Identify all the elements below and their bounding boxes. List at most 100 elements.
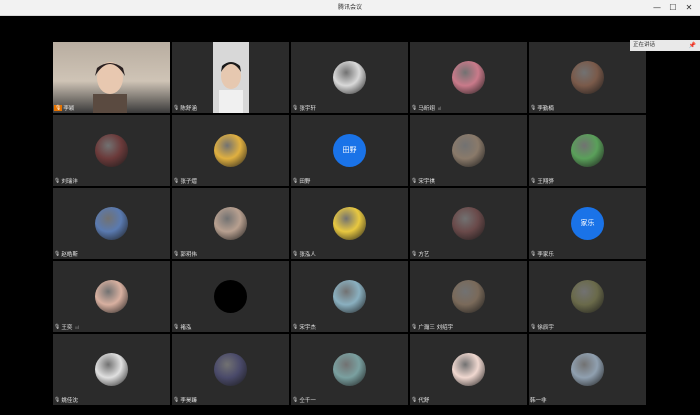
participant-name-label: 🎙 张宇轩 bbox=[292, 104, 316, 112]
participant-tile[interactable]: 家乐 🎙 李家乐 bbox=[529, 188, 646, 259]
participant-name-label: 🎙 王翔骅 bbox=[530, 177, 554, 185]
participant-tile[interactable]: 🎙 徐辰宇 bbox=[529, 261, 646, 332]
avatar bbox=[333, 353, 366, 386]
mic-icon: 🎙 bbox=[411, 251, 418, 257]
participant-name-label: 🎙 广瀚三 刘绍宇 bbox=[411, 323, 453, 331]
participant-tile[interactable]: 🎙 方艺 bbox=[410, 188, 527, 259]
participant-name-label: 🎙 田野 bbox=[292, 177, 310, 185]
participant-name-label: 🎙 赵皓斯 bbox=[54, 250, 78, 258]
mic-icon: 🎙 bbox=[411, 105, 418, 111]
participant-name: 王奕 bbox=[61, 325, 73, 331]
participant-name: 张子熠 bbox=[180, 179, 197, 185]
signal-icon: ııl bbox=[75, 324, 79, 330]
mic-muted-icon: 🎙 bbox=[54, 105, 63, 111]
mic-icon: 🎙 bbox=[173, 178, 180, 184]
participant-name-label: 🎙 方艺 bbox=[411, 250, 429, 258]
avatar bbox=[452, 353, 485, 386]
participant-name: 郭玥伟 bbox=[180, 252, 197, 258]
participant-tile[interactable]: 🎙 李勤楠 bbox=[529, 42, 646, 113]
mic-icon: 🎙 bbox=[54, 324, 61, 330]
avatar bbox=[95, 207, 128, 240]
minimize-button[interactable]: — bbox=[650, 0, 664, 15]
participant-tile[interactable]: 🎙 李颖 bbox=[53, 42, 170, 113]
avatar bbox=[571, 134, 604, 167]
mic-icon: 🎙 bbox=[292, 251, 299, 257]
avatar bbox=[333, 61, 366, 94]
mic-icon: 🎙 bbox=[173, 324, 180, 330]
signal-icon: ııl bbox=[437, 105, 442, 111]
mic-icon: 🎙 bbox=[530, 251, 537, 257]
avatar bbox=[333, 280, 366, 313]
avatar bbox=[571, 353, 604, 386]
participant-tile[interactable]: 🎙 褚泓 bbox=[172, 261, 289, 332]
pin-icon[interactable]: 📌 bbox=[689, 40, 696, 51]
participant-tile[interactable]: 🎙 宋宇祺 bbox=[410, 115, 527, 186]
mic-icon: 🎙 bbox=[173, 105, 180, 111]
mic-icon: 🎙 bbox=[411, 397, 418, 403]
participant-name: 褚泓 bbox=[180, 325, 192, 331]
mic-icon: 🎙 bbox=[292, 105, 299, 111]
participant-name-label: 🎙 徐辰宇 bbox=[530, 323, 554, 331]
participant-name-label: 韩一非 bbox=[530, 396, 547, 404]
avatar bbox=[571, 61, 604, 94]
participant-name-label: 🎙 李家乐 bbox=[530, 250, 554, 258]
initials-avatar: 家乐 bbox=[571, 207, 604, 240]
participant-name-label: 🎙 郭玥伟 bbox=[173, 250, 197, 258]
participant-tile[interactable]: 🎙 宋宇杰 bbox=[291, 261, 408, 332]
participant-tile[interactable]: 🎙 刘瑞沣 bbox=[53, 115, 170, 186]
participant-tile[interactable]: 🎙 王翔骅 bbox=[529, 115, 646, 186]
participant-name: 李昊臻 bbox=[180, 398, 197, 404]
participant-tile[interactable]: 🎙 赵皓斯 bbox=[53, 188, 170, 259]
participant-tile[interactable]: 韩一非 bbox=[529, 334, 646, 405]
participant-name-label: 🎙 张泓人 bbox=[292, 250, 316, 258]
speaking-panel[interactable]: 正在讲话 📌 bbox=[630, 40, 700, 51]
participant-video bbox=[213, 42, 249, 113]
participant-tile[interactable]: 🎙 张宇轩 bbox=[291, 42, 408, 113]
participant-name: 宋宇祺 bbox=[418, 179, 435, 185]
avatar bbox=[214, 207, 247, 240]
avatar bbox=[452, 134, 485, 167]
window-title-bar: 腾讯会议 — ☐ ✕ bbox=[0, 0, 700, 16]
participant-name: 姚佳沈 bbox=[61, 398, 78, 404]
participant-name: 王翔骅 bbox=[537, 179, 554, 185]
close-button[interactable]: ✕ bbox=[682, 0, 696, 15]
maximize-button[interactable]: ☐ bbox=[666, 0, 680, 15]
avatar bbox=[571, 280, 604, 313]
participant-tile[interactable]: 🎙 郭玥伟 bbox=[172, 188, 289, 259]
participant-tile[interactable]: 田野 🎙 田野 bbox=[291, 115, 408, 186]
mic-icon: 🎙 bbox=[54, 178, 61, 184]
mic-icon: 🎙 bbox=[292, 397, 299, 403]
participant-name-label: 🎙 宋宇杰 bbox=[292, 323, 316, 331]
participant-tile[interactable]: 🎙 陈舒涵 bbox=[172, 42, 289, 113]
participant-grid: 🎙 李颖 🎙 陈舒涵 🎙 张宇轩 🎙 马昕翊 ııl 🎙 李勤楠 🎙 刘瑞沣 🎙 张子熠 田野 🎙 田野 🎙 宋宇祺 🎙… bbox=[53, 42, 646, 408]
participant-name: 仝千一 bbox=[299, 398, 316, 404]
mic-icon: 🎙 bbox=[530, 178, 537, 184]
participant-tile[interactable]: 🎙 广瀚三 刘绍宇 bbox=[410, 261, 527, 332]
participant-name-label: 🎙 褚泓 bbox=[173, 323, 191, 331]
avatar bbox=[214, 353, 247, 386]
participant-name-label: 🎙 刘瑞沣 bbox=[54, 177, 78, 185]
avatar bbox=[95, 134, 128, 167]
participant-name-label: 🎙 陈舒涵 bbox=[173, 104, 197, 112]
mic-icon: 🎙 bbox=[54, 397, 61, 403]
participant-tile[interactable]: 🎙 张子熠 bbox=[172, 115, 289, 186]
participant-tile[interactable]: 🎙 马昕翊 ııl bbox=[410, 42, 527, 113]
participant-name: 马昕翊 bbox=[418, 106, 435, 112]
participant-name-label: 🎙 李勤楠 bbox=[530, 104, 554, 112]
participant-tile[interactable]: 🎙 王奕 ııl bbox=[53, 261, 170, 332]
initials-avatar: 田野 bbox=[333, 134, 366, 167]
meeting-stage: 🎙 李颖 🎙 陈舒涵 🎙 张宇轩 🎙 马昕翊 ııl 🎙 李勤楠 🎙 刘瑞沣 🎙 张子熠 田野 🎙 田野 🎙 宋宇祺 🎙… bbox=[0, 16, 700, 415]
avatar bbox=[95, 353, 128, 386]
mic-icon: 🎙 bbox=[173, 251, 180, 257]
participant-tile[interactable]: 🎙 代舒 bbox=[410, 334, 527, 405]
participant-name: 宋宇杰 bbox=[299, 325, 316, 331]
avatar bbox=[452, 207, 485, 240]
avatar bbox=[95, 280, 128, 313]
participant-tile[interactable]: 🎙 李昊臻 bbox=[172, 334, 289, 405]
participant-tile[interactable]: 🎙 仝千一 bbox=[291, 334, 408, 405]
mic-icon: 🎙 bbox=[411, 178, 418, 184]
participant-name: 代舒 bbox=[418, 398, 430, 404]
mic-icon: 🎙 bbox=[173, 397, 180, 403]
participant-tile[interactable]: 🎙 姚佳沈 bbox=[53, 334, 170, 405]
participant-tile[interactable]: 🎙 张泓人 bbox=[291, 188, 408, 259]
